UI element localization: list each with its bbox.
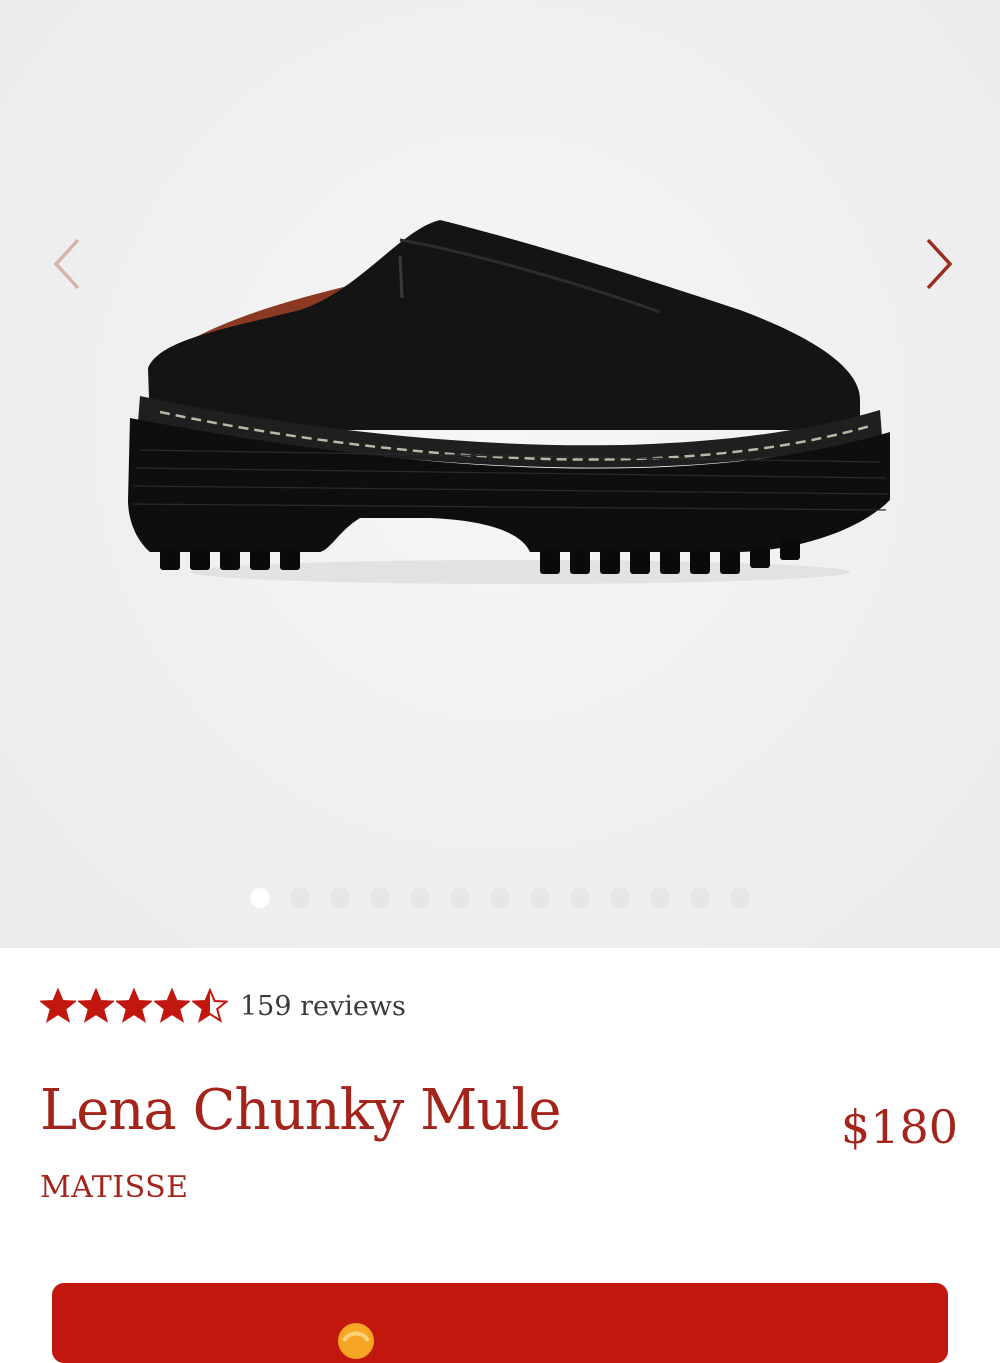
product-brand[interactable]: MATISSE (40, 1170, 189, 1205)
reviews-link[interactable]: 159 reviews (240, 991, 406, 1022)
gift-icon (338, 1323, 374, 1359)
star-full-icon (116, 988, 152, 1023)
gallery-dot[interactable] (650, 888, 670, 908)
star-full-icon (40, 988, 76, 1023)
gallery-dot[interactable] (410, 888, 430, 908)
star-half-icon (192, 988, 228, 1023)
gallery-dot[interactable] (690, 888, 710, 908)
star-rating (40, 988, 228, 1024)
product-image (128, 220, 890, 584)
gallery-dot[interactable] (330, 888, 350, 908)
gallery-dot[interactable] (570, 888, 590, 908)
product-info: 159 reviews Lena Chunky Mule $180 MATISS… (0, 948, 1000, 1363)
product-price: $180 (840, 1100, 958, 1154)
previous-image-button[interactable] (38, 232, 98, 296)
star-full-icon (154, 988, 190, 1023)
gallery-dot[interactable] (610, 888, 630, 908)
gallery-dot[interactable] (370, 888, 390, 908)
rating-summary[interactable]: 159 reviews (40, 988, 406, 1024)
product-title: Lena Chunky Mule (40, 1078, 561, 1143)
gallery-dot[interactable] (450, 888, 470, 908)
gallery-dot[interactable] (250, 888, 270, 908)
gallery-dot[interactable] (290, 888, 310, 908)
star-full-icon (78, 988, 114, 1023)
next-image-button[interactable] (908, 232, 968, 296)
product-image-gallery[interactable] (0, 0, 1000, 948)
chevron-left-icon (53, 238, 80, 290)
gallery-pagination (0, 888, 1000, 912)
chevron-right-icon (926, 238, 953, 290)
gallery-dot[interactable] (530, 888, 550, 908)
primary-action-button[interactable] (52, 1283, 948, 1363)
gallery-dot[interactable] (730, 888, 750, 908)
gallery-dot[interactable] (490, 888, 510, 908)
